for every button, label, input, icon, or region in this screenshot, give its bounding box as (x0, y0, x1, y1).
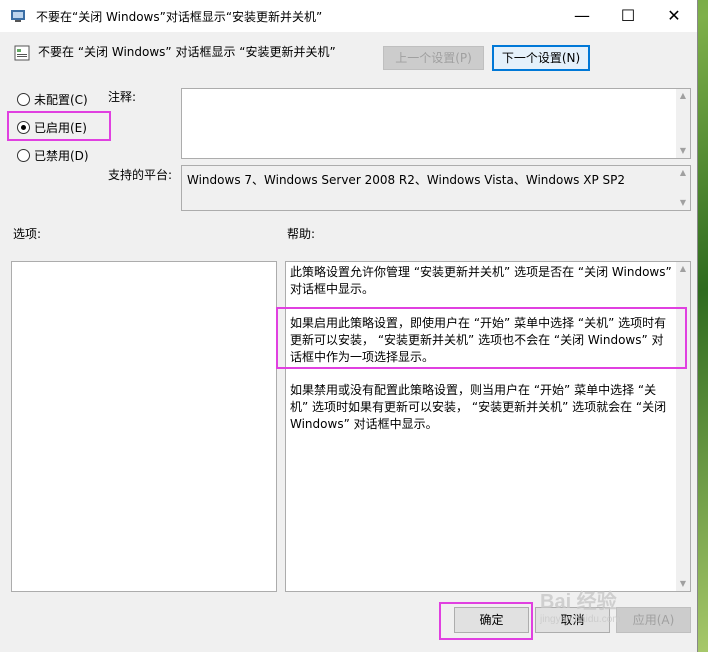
platform-scrollbar[interactable]: ▲ ▼ (676, 166, 690, 210)
policy-name: 不要在 “关闭 Windows” 对话框显示 “安装更新并关机” (38, 45, 336, 59)
help-paragraph-3: 如果禁用或没有配置此策略设置，则当用户在 “开始” 菜单中选择 “关机” 选项时… (290, 383, 667, 431)
scroll-down-icon[interactable]: ▼ (676, 144, 690, 158)
platform-value: Windows 7、Windows Server 2008 R2、Windows… (187, 173, 626, 187)
watermark-url: jingyan.baidu.com (540, 614, 621, 625)
apply-button[interactable]: 应用(A) (616, 607, 691, 633)
scroll-up-icon[interactable]: ▲ (676, 166, 690, 180)
scroll-up-icon[interactable]: ▲ (676, 262, 690, 276)
radio-circle (17, 93, 30, 106)
window-title: 不要在“关闭 Windows”对话框显示“安装更新并关机” (36, 10, 323, 24)
options-panel (11, 261, 277, 592)
scroll-down-icon[interactable]: ▼ (676, 577, 690, 591)
enabled-highlight-box (7, 111, 111, 141)
radio-disabled[interactable]: 已禁用(D) (17, 147, 89, 164)
title-bar: 不要在“关闭 Windows”对话框显示“安装更新并关机” — ☐ ✕ (0, 0, 697, 32)
scroll-down-icon[interactable]: ▼ (676, 196, 690, 210)
previous-setting-button[interactable]: 上一个设置(P) (383, 46, 484, 70)
close-button[interactable]: ✕ (651, 0, 697, 32)
radio-label: 已禁用(D) (34, 149, 89, 163)
next-setting-button[interactable]: 下一个设置(N) (492, 45, 590, 71)
options-label: 选项: (13, 227, 42, 241)
policy-setting-icon (14, 45, 30, 61)
radio-circle (17, 149, 30, 162)
platform-field: Windows 7、Windows Server 2008 R2、Windows… (181, 165, 691, 211)
help-highlight-box (276, 307, 687, 369)
help-paragraph-1: 此策略设置允许你管理 “安装更新并关机” 选项是否在 “关闭 Windows” … (290, 265, 672, 296)
minimize-button[interactable]: — (559, 0, 605, 32)
comment-label: 注释: (108, 90, 137, 104)
radio-label: 未配置(C) (34, 93, 88, 107)
watermark-brand: Bai 经验 (540, 591, 617, 613)
maximize-button[interactable]: ☐ (605, 0, 651, 32)
radio-not-configured[interactable]: 未配置(C) (17, 91, 88, 108)
baidu-watermark: Bai 经验 jingyan.baidu.com (540, 585, 621, 625)
group-policy-icon (11, 10, 25, 22)
scroll-up-icon[interactable]: ▲ (676, 89, 690, 103)
help-label: 帮助: (287, 227, 316, 241)
comment-scrollbar[interactable]: ▲ ▼ (676, 89, 690, 158)
platform-label: 支持的平台: (108, 168, 173, 182)
policy-dialog: 不要在“关闭 Windows”对话框显示“安装更新并关机” — ☐ ✕ 不要在 … (0, 0, 698, 652)
ok-highlight-box (439, 602, 533, 640)
comment-field[interactable]: ▲ ▼ (181, 88, 691, 159)
